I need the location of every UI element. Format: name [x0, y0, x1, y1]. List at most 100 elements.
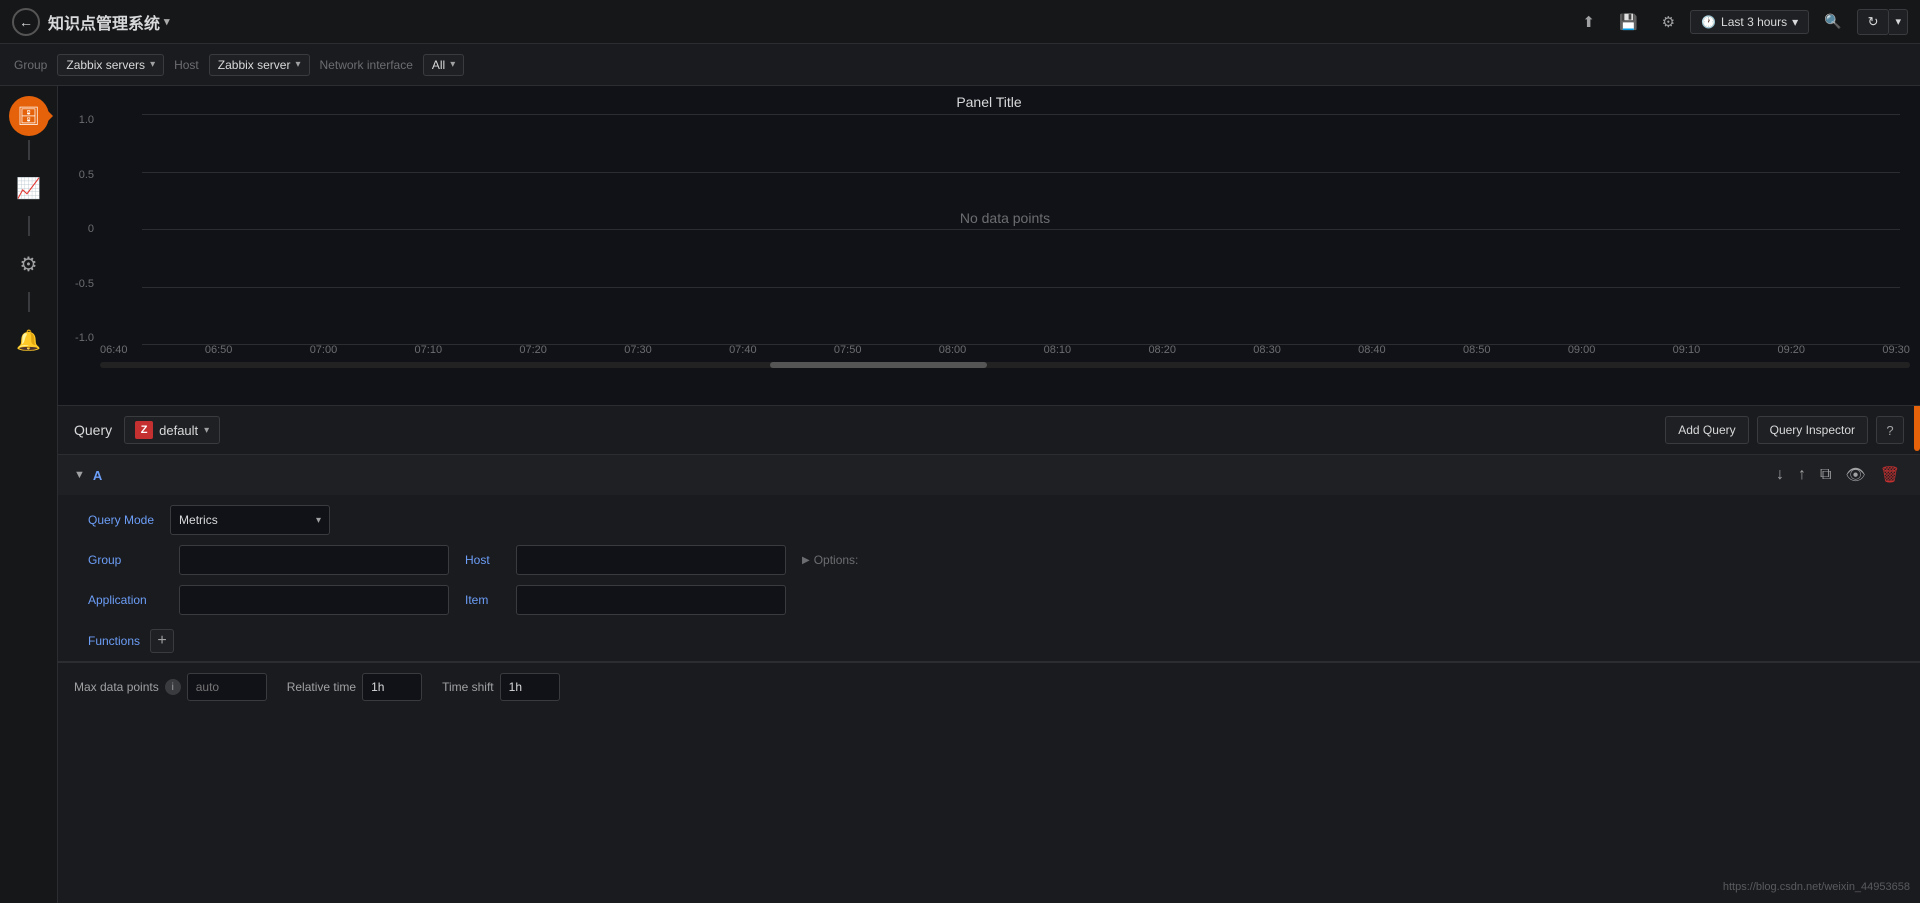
x-label-0700: 07:00 [310, 344, 338, 356]
sidebar-item-chart[interactable]: 📈 [5, 164, 53, 212]
time-shift-group: Time shift [442, 673, 560, 701]
x-label-0800: 08:00 [939, 344, 967, 356]
query-section: Query Z default ▾ Add Query Query Inspec… [58, 406, 1920, 903]
grid-line-2 [142, 172, 1900, 173]
host-filter-value: Zabbix server [218, 58, 291, 72]
y-label-4: -0.5 [75, 278, 94, 290]
content-area: Panel Title 1.0 0.5 0 -0.5 -1.0 [58, 86, 1920, 903]
item-input[interactable] [516, 585, 786, 615]
group-form-label: Group [88, 553, 163, 567]
sidebar: 🗄 📈 ⚙ 🔔 [0, 86, 58, 903]
max-data-points-label: Max data points [74, 680, 159, 694]
host-filter-dropdown[interactable]: Zabbix server ▾ [209, 54, 310, 76]
x-label-0910: 09:10 [1673, 344, 1701, 356]
network-interface-dropdown[interactable]: All ▾ [423, 54, 464, 76]
trash-icon: 🗑 [1880, 467, 1900, 484]
x-label-0810: 08:10 [1044, 344, 1072, 356]
scrollbar-thumb-chart [770, 362, 987, 368]
toggle-visibility-button[interactable]: 👁 [1841, 463, 1869, 487]
group-filter-dropdown[interactable]: Zabbix servers ▾ [57, 54, 164, 76]
max-data-points-info-icon[interactable]: i [165, 679, 181, 695]
y-axis: 1.0 0.5 0 -0.5 -1.0 [58, 114, 100, 344]
bell-icon: 🔔 [16, 328, 41, 353]
y-label-3: 0 [88, 223, 94, 235]
datasource-select[interactable]: Z default ▾ [124, 416, 220, 444]
query-row-header: ▼ A ↓ ↑ ⧉ 👁 🗑 [58, 455, 1920, 495]
chart-scrollbar[interactable] [100, 362, 1910, 368]
add-query-button[interactable]: Add Query [1665, 416, 1748, 444]
back-button[interactable]: ← [12, 8, 40, 36]
query-label: Query [74, 422, 112, 438]
gear-icon: ⚙ [20, 252, 38, 277]
application-form-label: Application [88, 593, 163, 607]
top-bar-actions: ⬆ 💾 ⚙ 🕐 Last 3 hours ▾ 🔍 ↻ ▾ [1573, 8, 1908, 36]
grid-line-3 [142, 229, 1900, 230]
query-row-a: ▼ A ↓ ↑ ⧉ 👁 🗑 [58, 455, 1920, 662]
y-label-5: -1.0 [75, 332, 94, 344]
datasource-caret-icon: ▾ [204, 425, 209, 436]
functions-row: Functions + [58, 625, 1920, 661]
x-label-0830: 08:30 [1253, 344, 1281, 356]
refresh-dropdown-button[interactable]: ▾ [1889, 9, 1908, 35]
refresh-group: ↻ ▾ [1857, 9, 1908, 35]
x-axis: 06:40 06:50 07:00 07:10 07:20 07:30 07:4… [100, 344, 1910, 356]
eye-icon: 👁 [1845, 467, 1865, 484]
sidebar-item-settings[interactable]: ⚙ [5, 240, 53, 288]
search-button[interactable]: 🔍 [1815, 8, 1850, 35]
x-label-0930: 09:30 [1882, 344, 1910, 356]
chart-grid: No data points [100, 114, 1910, 344]
query-mode-label: Query Mode [88, 513, 154, 527]
host-input[interactable] [516, 545, 786, 575]
refresh-button[interactable]: ↻ [1857, 9, 1890, 35]
y-label-2: 0.5 [79, 169, 94, 181]
query-mode-select[interactable]: Metrics ▾ [170, 505, 330, 535]
x-label-0740: 07:40 [729, 344, 757, 356]
x-label-0640: 06:40 [100, 344, 128, 356]
x-label-0710: 07:10 [415, 344, 443, 356]
duplicate-button[interactable]: ⧉ [1816, 464, 1835, 486]
relative-time-input[interactable] [362, 673, 422, 701]
sidebar-item-database[interactable]: 🗄 [9, 96, 49, 136]
time-shift-input[interactable] [500, 673, 560, 701]
row-actions: ↓ ↑ ⧉ 👁 🗑 [1772, 463, 1904, 487]
save-button[interactable]: 💾 [1610, 8, 1647, 36]
add-function-button[interactable]: + [150, 629, 174, 653]
app-title: 知识点管理系统 ▾ [48, 10, 170, 34]
network-interface-value: All [432, 58, 445, 72]
group-filter-value: Zabbix servers [66, 58, 145, 72]
delete-row-button[interactable]: 🗑 [1876, 463, 1904, 487]
settings-button[interactable]: ⚙ [1653, 8, 1684, 36]
collapse-button[interactable]: ▼ [74, 469, 85, 481]
help-button[interactable]: ? [1876, 416, 1904, 444]
scrollbar-track [100, 362, 1910, 368]
move-up-button[interactable]: ↑ [1794, 464, 1810, 486]
application-item-row: Application Item [88, 585, 1900, 615]
share-button[interactable]: ⬆ [1573, 8, 1604, 36]
application-input[interactable] [179, 585, 449, 615]
chart-area: 1.0 0.5 0 -0.5 -1.0 No data points [58, 114, 1920, 374]
x-label-0900: 09:00 [1568, 344, 1596, 356]
watermark: https://blog.csdn.net/weixin_44953658 [1723, 881, 1910, 893]
x-label-0840: 08:40 [1358, 344, 1386, 356]
title-caret-icon[interactable]: ▾ [164, 15, 170, 28]
query-mode-value: Metrics [179, 513, 218, 527]
sidebar-item-alerts[interactable]: 🔔 [5, 316, 53, 364]
item-form-label: Item [465, 593, 500, 607]
group-input[interactable] [179, 545, 449, 575]
x-label-0850: 08:50 [1463, 344, 1491, 356]
relative-time-label: Relative time [287, 680, 356, 694]
y-label-1: 1.0 [79, 114, 94, 126]
options-toggle[interactable]: ▶ Options: [802, 553, 858, 567]
x-label-0750: 07:50 [834, 344, 862, 356]
time-range-button[interactable]: 🕐 Last 3 hours ▾ [1690, 10, 1809, 34]
move-down-button[interactable]: ↓ [1772, 464, 1788, 486]
max-data-points-input[interactable] [187, 673, 267, 701]
zabbix-icon: Z [135, 421, 153, 439]
query-inspector-button[interactable]: Query Inspector [1757, 416, 1868, 444]
app-title-text: 知识点管理系统 [48, 10, 160, 34]
group-filter-label: Group [14, 58, 47, 72]
sidebar-connector-1 [28, 140, 30, 160]
chart-icon: 📈 [16, 176, 41, 201]
group-host-row: Group Host ▶ Options: [88, 545, 1900, 575]
query-form-container: Query Mode Metrics ▾ Group Host ▶ [58, 495, 1920, 615]
